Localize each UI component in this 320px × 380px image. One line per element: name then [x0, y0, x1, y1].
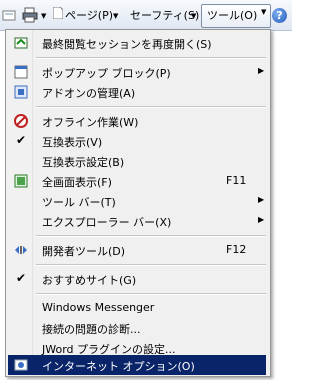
menu-item-label: オフライン作業(W) — [42, 116, 139, 129]
menu-item-label: 開発者ツール(D) — [42, 245, 126, 258]
dev-tools-icon — [14, 243, 28, 257]
menu-item-label: ポップアップ ブロック(P) — [42, 67, 171, 80]
page-doc-icon — [52, 6, 64, 25]
menu-item-toolbars[interactable]: ツール バー(T) ▶ — [8, 191, 266, 211]
print-icon[interactable] — [22, 7, 38, 25]
print-dropdown-icon[interactable]: ▼ — [41, 7, 46, 25]
menu-item-popup-blocker[interactable]: ポップアップ ブロック(P) ▶ — [8, 62, 266, 82]
submenu-arrow-icon: ▶ — [258, 195, 265, 204]
menu-separator — [36, 293, 266, 295]
menu-item-diagnose[interactable]: 接続の問題の診断... — [8, 318, 266, 338]
checkmark-icon: ✔ — [16, 133, 27, 147]
submenu-arrow-icon: ▶ — [258, 215, 265, 224]
popup-blocker-icon — [14, 65, 28, 79]
reopen-session-icon — [14, 36, 28, 50]
menu-item-label: おすすめサイト(G) — [42, 274, 137, 287]
menu-item-messenger[interactable]: Windows Messenger — [8, 298, 266, 318]
chevron-down-icon: ▼ — [113, 12, 119, 20]
command-bar: ▼ ページ(P) ▼ セーフティ(S) ▼ ツール(O) ▼ ? — [0, 0, 292, 31]
tools-menu-button[interactable]: ツール(O) ▼ — [201, 4, 271, 28]
menu-item-explorer-bars[interactable]: エクスプローラー バー(X) ▶ — [8, 211, 266, 231]
full-screen-icon — [14, 174, 28, 188]
submenu-arrow-icon: ▶ — [258, 66, 265, 75]
menu-item-label: ツール バー(T) — [42, 196, 116, 209]
menu-item-label: 接続の問題の診断... — [42, 323, 141, 336]
menu-item-label: Windows Messenger — [42, 301, 155, 314]
chevron-down-icon: ▼ — [261, 8, 267, 16]
menu-item-label: 互換表示設定(B) — [42, 156, 125, 169]
home-icon[interactable] — [2, 7, 16, 25]
tools-dropdown-menu: 最終閲覧セッションを再度開く(S) ポップアップ ブロック(P) ▶ アドオンの… — [5, 29, 271, 377]
page-menu-button[interactable]: ページ(P) — [65, 7, 113, 25]
shortcut-key: F11 — [226, 174, 247, 187]
menu-item-label: 互換表示(V) — [42, 136, 103, 149]
menu-separator — [36, 106, 266, 108]
menu-item-label: エクスプローラー バー(X) — [42, 216, 172, 229]
chevron-down-icon: ▼ — [191, 12, 197, 20]
menu-item-reopen-session[interactable]: 最終閲覧セッションを再度開く(S) — [8, 33, 266, 53]
menu-item-internet-options[interactable]: インターネット オプション(O) — [8, 355, 266, 375]
menu-separator — [36, 57, 266, 59]
checkmark-icon: ✔ — [16, 271, 27, 285]
menu-separator — [36, 264, 266, 266]
tools-menu-label: ツール(O) — [207, 9, 258, 22]
menu-item-label: 最終閲覧セッションを再度開く(S) — [42, 38, 212, 51]
menu-item-full-screen[interactable]: 全画面表示(F) F11 — [8, 171, 266, 191]
menu-item-label: インターネット オプション(O) — [42, 360, 195, 373]
internet-options-icon — [14, 358, 28, 372]
menu-item-manage-addons[interactable]: アドオンの管理(A) — [8, 82, 266, 102]
menu-separator — [36, 235, 266, 237]
shortcut-key: F12 — [226, 243, 247, 256]
menu-item-dev-tools[interactable]: 開発者ツール(D) F12 — [8, 240, 266, 260]
menu-item-compat-settings[interactable]: 互換表示設定(B) — [8, 151, 266, 171]
addons-icon — [14, 85, 28, 99]
menu-item-label: アドオンの管理(A) — [42, 87, 136, 100]
offline-icon — [14, 114, 28, 128]
safety-menu-button[interactable]: セーフティ(S) — [130, 7, 199, 25]
menu-item-compat-view[interactable]: ✔ 互換表示(V) — [8, 131, 266, 151]
menu-item-label: 全画面表示(F) — [42, 176, 112, 189]
menu-item-work-offline[interactable]: オフライン作業(W) — [8, 111, 266, 131]
menu-item-suggested-sites[interactable]: ✔ おすすめサイト(G) — [8, 269, 266, 289]
help-icon[interactable]: ? — [272, 8, 287, 23]
